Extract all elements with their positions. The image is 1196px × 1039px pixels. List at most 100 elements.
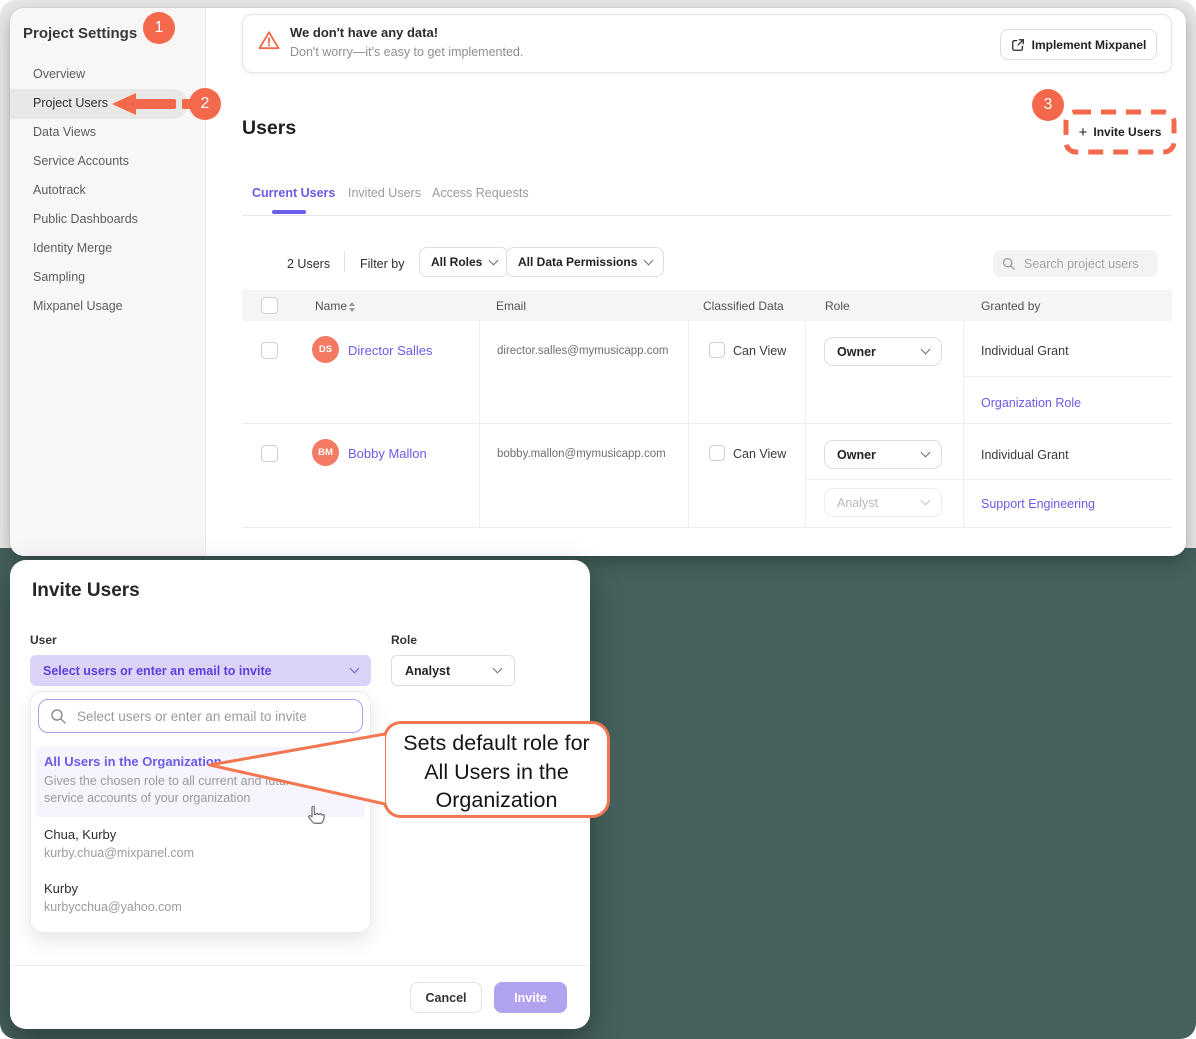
invite-submit-button[interactable]: Invite xyxy=(494,982,567,1013)
step-badge-1: 1 xyxy=(143,12,175,44)
filter-by-label: Filter by xyxy=(360,257,404,271)
step-badge-2: 2 xyxy=(189,88,221,120)
warning-icon xyxy=(258,30,280,50)
project-users-search[interactable] xyxy=(993,250,1158,277)
cancel-label: Cancel xyxy=(426,991,467,1005)
can-view-checkbox[interactable] xyxy=(709,445,725,461)
role-select[interactable]: Owner xyxy=(824,337,942,366)
tab-invited-users[interactable]: Invited Users xyxy=(348,186,421,200)
users-section-title: Users xyxy=(242,117,296,140)
column-header-role: Role xyxy=(825,299,850,313)
granted-by-link[interactable]: Support Engineering xyxy=(981,497,1095,511)
invite-highlight-dashed-box xyxy=(1062,108,1178,156)
cancel-button[interactable]: Cancel xyxy=(410,982,482,1013)
user-name-link[interactable]: Bobby Mallon xyxy=(348,446,427,461)
screenshot-root: Project Settings Overview Project Users … xyxy=(0,0,1196,1039)
role-select-dropdown[interactable]: Analyst xyxy=(391,655,515,686)
column-line xyxy=(805,321,806,527)
user-email: bobby.mallon@mymusicapp.com xyxy=(497,448,666,460)
column-header-email: Email xyxy=(496,299,526,313)
column-header-classified: Classified Data xyxy=(703,299,784,313)
user-count: 2 Users xyxy=(287,257,330,271)
roles-filter-label: All Roles xyxy=(431,255,482,269)
column-header-name[interactable]: Name xyxy=(315,299,347,313)
option-user-email: kurby.chua@mixpanel.com xyxy=(44,846,194,860)
row-line xyxy=(242,527,1172,528)
permissions-filter-label: All Data Permissions xyxy=(518,255,637,269)
avatar: BM xyxy=(312,439,339,466)
user-select-value: Select users or enter an email to invite xyxy=(43,664,272,678)
modal-footer-divider xyxy=(11,965,589,966)
chevron-down-icon xyxy=(921,448,931,458)
search-icon xyxy=(50,708,66,724)
banner-subtitle: Don't worry—it's easy to get implemented… xyxy=(290,45,523,59)
can-view-label: Can View xyxy=(733,447,786,461)
sidebar-item-identity-merge[interactable]: Identity Merge xyxy=(33,241,183,257)
select-all-checkbox[interactable] xyxy=(261,297,278,314)
callout-text: Sets default role for All Users in the O… xyxy=(391,729,602,813)
role-value: Owner xyxy=(837,448,876,462)
user-email: director.salles@mymusicapp.com xyxy=(497,345,668,357)
sort-icon[interactable] xyxy=(349,302,355,312)
sidebar-item-service-accounts[interactable]: Service Accounts xyxy=(33,154,183,170)
column-line xyxy=(963,321,964,527)
roles-filter-dropdown[interactable]: All Roles xyxy=(419,247,509,277)
tab-access-requests[interactable]: Access Requests xyxy=(432,186,529,200)
column-header-granted-by: Granted by xyxy=(981,299,1040,313)
chevron-down-icon xyxy=(489,255,499,265)
column-line xyxy=(688,321,689,527)
option-all-users-label[interactable]: All Users in the Organization xyxy=(44,754,222,769)
page-title: Project Settings xyxy=(23,25,137,42)
sidebar-item-sampling[interactable]: Sampling xyxy=(33,270,183,286)
filter-divider xyxy=(344,251,345,272)
row-checkbox[interactable] xyxy=(261,342,278,359)
user-select-dropdown[interactable]: Select users or enter an email to invite xyxy=(30,655,371,686)
sidebar-item-autotrack[interactable]: Autotrack xyxy=(33,183,183,199)
step-badge-3: 3 xyxy=(1032,89,1064,121)
row-checkbox[interactable] xyxy=(261,445,278,462)
sidebar-item-public-dashboards[interactable]: Public Dashboards xyxy=(33,212,183,228)
chevron-down-icon xyxy=(350,664,360,674)
option-user-email: kurbycchua@yahoo.com xyxy=(44,900,182,914)
role-select[interactable]: Owner xyxy=(824,440,942,469)
can-view-checkbox[interactable] xyxy=(709,342,725,358)
role-field-label: Role xyxy=(391,633,417,647)
role-select-value: Analyst xyxy=(405,664,450,678)
user-name-link[interactable]: Director Salles xyxy=(348,343,433,358)
option-user[interactable]: Chua, Kurby xyxy=(44,827,116,842)
row-line xyxy=(242,423,1172,424)
banner-title: We don't have any data! xyxy=(290,25,438,40)
grant-sub-line xyxy=(963,376,1172,377)
user-field-label: User xyxy=(30,633,57,647)
role-value: Analyst xyxy=(837,496,878,510)
sidebar-item-mixpanel-usage[interactable]: Mixpanel Usage xyxy=(33,299,183,315)
external-link-icon xyxy=(1011,38,1025,52)
role-value: Owner xyxy=(837,345,876,359)
sidebar-item-overview[interactable]: Overview xyxy=(33,67,183,83)
implement-mixpanel-button[interactable]: Implement Mixpanel xyxy=(1000,29,1157,60)
tab-current-users[interactable]: Current Users xyxy=(252,186,335,200)
implement-mixpanel-label: Implement Mixpanel xyxy=(1032,38,1147,52)
chevron-down-icon xyxy=(644,255,654,265)
modal-title: Invite Users xyxy=(32,580,140,602)
can-view-label: Can View xyxy=(733,344,786,358)
callout-tail xyxy=(205,722,387,812)
grant-sub-line xyxy=(805,479,1172,480)
chevron-down-icon xyxy=(493,664,503,674)
role-select-disabled: Analyst xyxy=(824,488,942,517)
tab-divider xyxy=(242,215,1172,216)
chevron-down-icon xyxy=(921,345,931,355)
sidebar-item-data-views[interactable]: Data Views xyxy=(33,125,183,141)
search-icon xyxy=(1002,257,1015,270)
granted-by-link[interactable]: Organization Role xyxy=(981,396,1081,410)
active-tab-underline xyxy=(272,210,306,214)
granted-by-text: Individual Grant xyxy=(981,344,1069,358)
invite-label: Invite xyxy=(514,991,547,1005)
avatar: DS xyxy=(312,336,339,363)
search-input[interactable] xyxy=(1022,256,1142,272)
granted-by-text: Individual Grant xyxy=(981,448,1069,462)
permissions-filter-dropdown[interactable]: All Data Permissions xyxy=(506,247,664,277)
column-line xyxy=(479,321,480,527)
chevron-down-icon xyxy=(921,496,931,506)
option-user[interactable]: Kurby xyxy=(44,881,78,896)
